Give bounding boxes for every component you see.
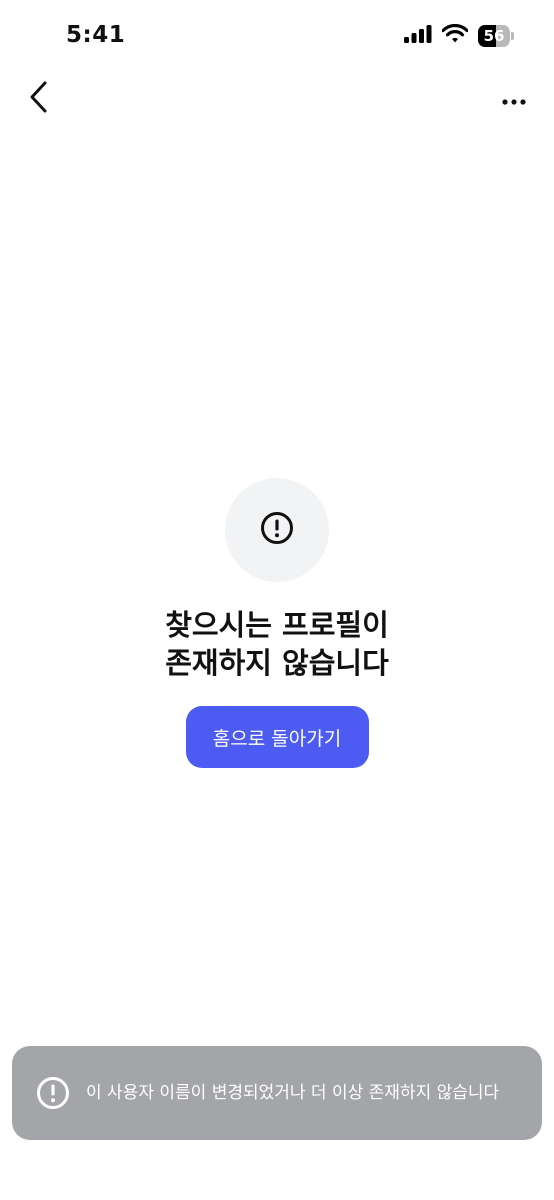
more-horizontal-icon bbox=[502, 90, 526, 109]
battery-level: 56 bbox=[483, 26, 505, 45]
status-time: 5:41 bbox=[66, 22, 126, 48]
alert-circle-icon bbox=[260, 511, 294, 549]
profile-not-found: 찾으시는 프로필이 존재하지 않습니다 홈으로 돌아가기 bbox=[0, 478, 554, 768]
battery-icon: 56 bbox=[478, 24, 514, 47]
cellular-signal-icon bbox=[404, 24, 432, 47]
page-title: 찾으시는 프로필이 존재하지 않습니다 bbox=[165, 606, 389, 682]
go-home-button[interactable]: 홈으로 돌아가기 bbox=[185, 706, 369, 768]
back-button[interactable] bbox=[22, 78, 56, 120]
toast-notification: 이 사용자 이름이 변경되었거나 더 이상 존재하지 않습니다 bbox=[12, 1046, 542, 1140]
alert-circle-icon bbox=[36, 1076, 70, 1110]
wifi-icon bbox=[441, 23, 469, 47]
more-options-button[interactable] bbox=[498, 78, 530, 120]
page-title-line-1: 찾으시는 프로필이 bbox=[165, 608, 389, 642]
battery-tip bbox=[511, 31, 514, 40]
page-title-line-2: 존재하지 않습니다 bbox=[165, 646, 389, 680]
status-bar: 5:41 56 bbox=[0, 0, 554, 74]
status-icons: 56 bbox=[404, 23, 514, 47]
nav-bar bbox=[0, 74, 554, 124]
toast-message: 이 사용자 이름이 변경되었거나 더 이상 존재하지 않습니다 bbox=[86, 1083, 500, 1103]
chevron-left-icon bbox=[29, 81, 49, 117]
alert-icon-circle bbox=[225, 478, 329, 582]
